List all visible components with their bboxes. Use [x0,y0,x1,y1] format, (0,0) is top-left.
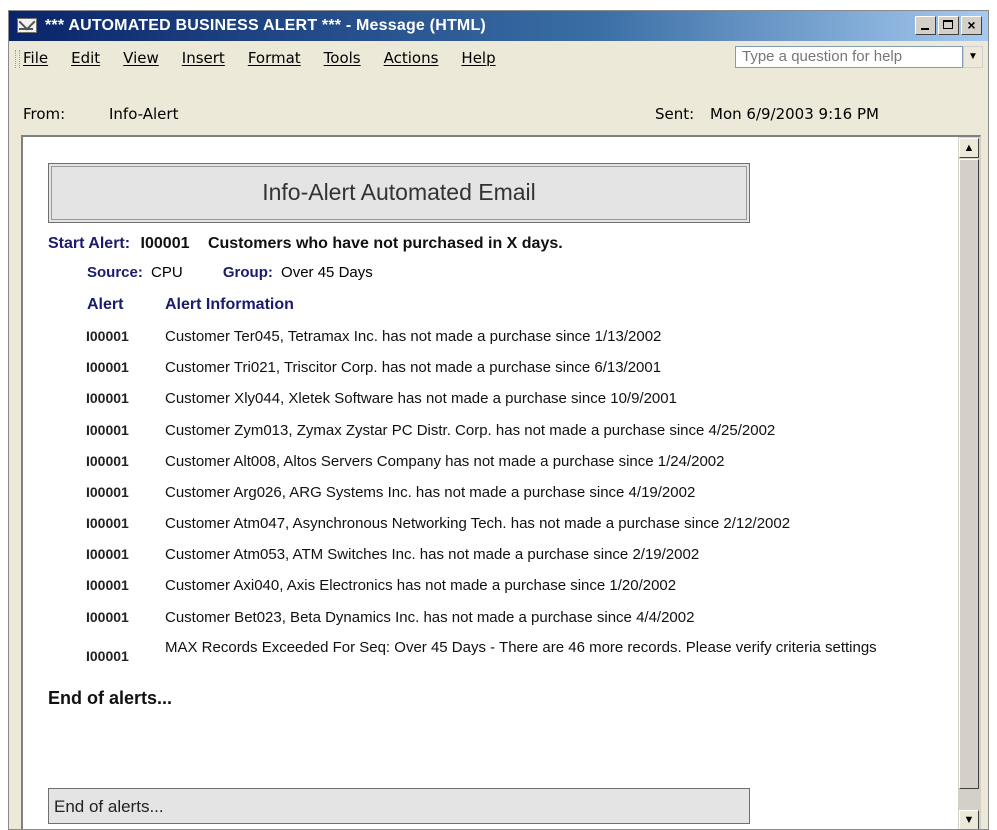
row-alert-id: I00001 [86,648,129,664]
vertical-scrollbar[interactable]: ▲ ▼ [958,137,980,829]
message-window: *** AUTOMATED BUSINESS ALERT *** - Messa… [8,10,989,830]
scroll-thumb[interactable] [959,159,979,789]
menu-help[interactable]: Help [461,49,495,67]
start-alert-label: Start Alert: [48,235,131,252]
maximize-button[interactable] [938,16,959,35]
scroll-down-icon[interactable]: ▼ [959,810,979,829]
row-alert-info: Customer Alt008, Altos Servers Company h… [165,453,725,470]
row-alert-id: I00001 [86,484,129,500]
menu-insert[interactable]: Insert [182,49,225,67]
row-alert-info: MAX Records Exceeded For Seq: Over 45 Da… [165,639,877,656]
banner-title: Info-Alert Automated Email [262,179,536,205]
row-alert-id: I00001 [86,422,129,438]
alert-heading: Start Alert: I00001 Customers who have n… [48,235,563,253]
footer-box: End of alerts... [48,788,750,824]
row-alert-id: I00001 [86,359,129,375]
scroll-up-icon[interactable]: ▲ [959,138,979,158]
email-banner: Info-Alert Automated Email [48,163,750,223]
window-title: *** AUTOMATED BUSINESS ALERT *** - Messa… [45,17,486,34]
menu-tools[interactable]: Tools [324,49,361,67]
chevron-down-icon[interactable]: ▼ [963,46,983,68]
sent-value: Mon 6/9/2003 9:16 PM [710,105,879,123]
menu-format[interactable]: Format [248,49,301,67]
group-value: Over 45 Days [281,264,373,281]
menu-bar: File Edit View Insert Format Tools Actio… [9,42,988,74]
row-alert-info: Customer Tri021, Triscitor Corp. has not… [165,359,662,376]
from-value[interactable]: Info-Alert [109,105,178,123]
group-label: Group: [222,264,273,281]
row-alert-id: I00001 [86,515,129,531]
window-controls: × [913,16,982,35]
toolbar-grip-icon[interactable] [15,50,20,68]
title-bar[interactable]: *** AUTOMATED BUSINESS ALERT *** - Messa… [9,11,988,41]
menu-view[interactable]: View [123,49,159,67]
help-search-input[interactable]: Type a question for help [735,46,963,68]
row-alert-id: I00001 [86,609,129,625]
end-of-alerts-text: End of alerts... [48,688,173,708]
row-alert-info: Customer Atm047, Asynchronous Networking… [165,515,791,532]
row-alert-info: Customer Xly044, Xletek Software has not… [165,390,677,407]
row-alert-info: Customer Axi040, Axis Electronics has no… [165,577,677,594]
row-alert-id: I00001 [86,577,129,593]
envelope-icon [17,18,37,33]
row-alert-id: I00001 [86,546,129,562]
minimize-button[interactable] [915,16,936,35]
from-label: From: [23,105,66,123]
row-alert-info: Customer Atm053, ATM Switches Inc. has n… [165,546,700,563]
row-alert-info: Customer Arg026, ARG Systems Inc. has no… [165,484,696,501]
menu-edit[interactable]: Edit [71,49,100,67]
column-header-alert: Alert [87,296,124,313]
menu-items: File Edit View Insert Format Tools Actio… [23,42,519,74]
row-alert-id: I00001 [86,328,129,344]
alert-id: I00001 [140,235,190,252]
source-value: CPU [151,264,183,281]
menu-actions[interactable]: Actions [384,49,439,67]
row-alert-id: I00001 [86,390,129,406]
close-button[interactable]: × [961,16,982,35]
row-alert-id: I00001 [86,453,129,469]
row-alert-info: Customer Ter045, Tetramax Inc. has not m… [165,328,662,345]
footer-text: End of alerts... [54,797,164,816]
message-header: From: Info-Alert Sent: Mon 6/9/2003 9:16… [9,74,988,136]
source-group-line: Source: CPU Group: Over 45 Days [87,264,373,281]
message-body[interactable]: Info-Alert Automated Email Start Alert: … [21,135,981,829]
menu-file[interactable]: File [23,49,48,67]
sent-label: Sent: [655,105,695,123]
column-header-info: Alert Information [165,296,294,313]
alert-description: Customers who have not purchased in X da… [207,235,563,252]
source-label: Source: [87,264,143,281]
row-alert-info: Customer Bet023, Beta Dynamics Inc. has … [165,609,695,626]
row-alert-info: Customer Zym013, Zymax Zystar PC Distr. … [165,422,776,439]
